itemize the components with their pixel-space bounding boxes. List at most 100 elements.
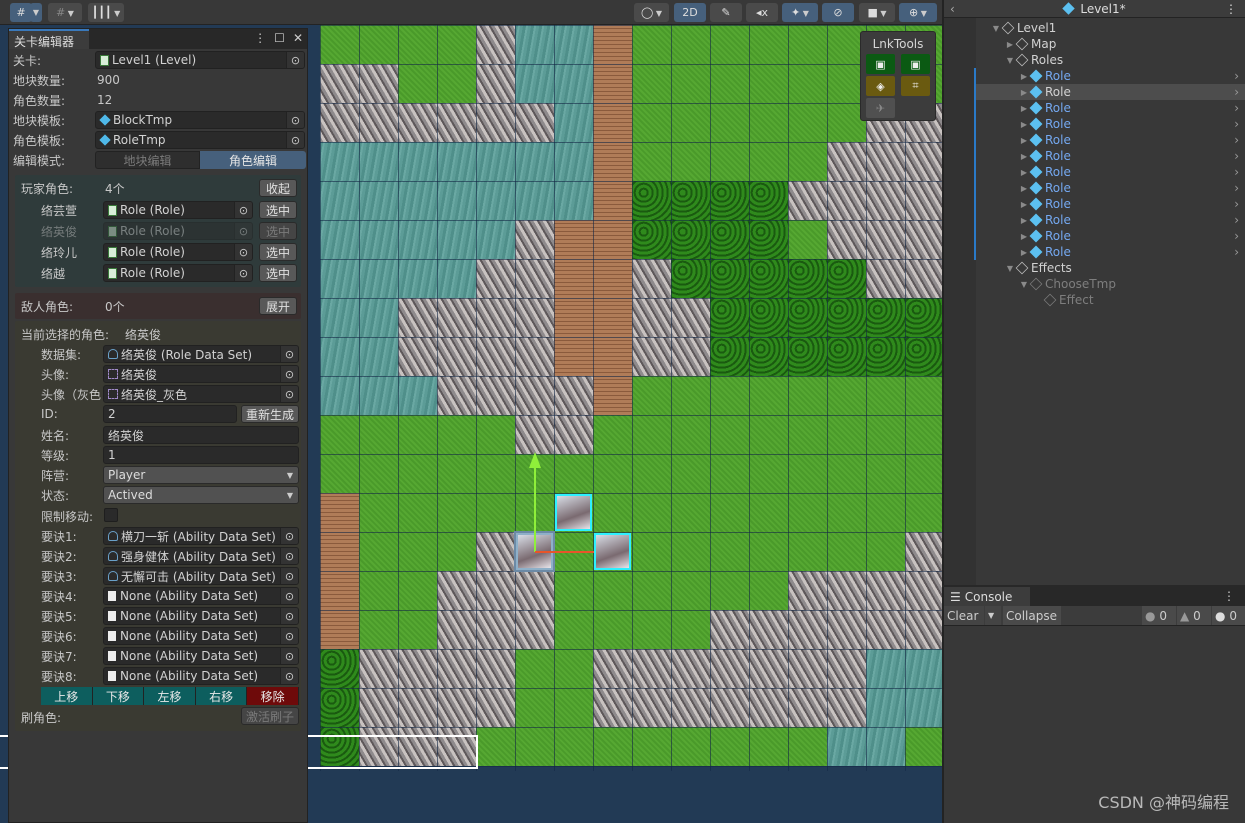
map-tile-grass[interactable] [359,493,398,532]
map-tile-water[interactable] [398,181,437,220]
camp-dropdown[interactable]: Player ▼ [103,466,299,484]
chevron-right-icon[interactable]: › [1234,245,1239,259]
map-tile-stone[interactable] [827,220,866,259]
select-player-button[interactable]: 选中 [259,243,297,261]
map-tile-grass[interactable] [749,571,788,610]
map-tile-grass[interactable] [593,454,632,493]
map-tile-grass[interactable] [749,454,788,493]
object-picker-icon[interactable]: ⊙ [234,265,252,281]
audio-toggle-button[interactable]: ◂x [746,3,778,22]
player-role-field[interactable]: Role (Role) ⊙ [103,222,253,240]
expand-arrow-icon[interactable]: ▶ [1018,216,1030,225]
save-button[interactable]: ▣ [866,54,895,74]
map-tile-grass[interactable] [593,610,632,649]
map-tile-stone[interactable] [827,610,866,649]
expand-arrow-icon[interactable]: ▼ [1004,264,1016,273]
map-tile-forest[interactable] [632,181,671,220]
map-tile-bridge[interactable] [593,142,632,181]
clear-button[interactable]: Clear [944,606,984,625]
map-tile-grass[interactable] [788,103,827,142]
map-tile-grass[interactable] [671,142,710,181]
hierarchy-item[interactable]: ▶ Role › [976,68,1245,84]
maximize-icon[interactable]: ☐ [274,31,285,45]
hierarchy-item[interactable]: ▼ Effects [976,260,1245,276]
select-player-button[interactable]: 选中 [259,201,297,219]
map-tile-forest[interactable] [710,181,749,220]
map-tile-grass[interactable] [866,415,905,454]
map-tile-water[interactable] [359,337,398,376]
map-tile-grass[interactable] [749,415,788,454]
map-tile-grass[interactable] [749,64,788,103]
map-tile-stone[interactable] [398,103,437,142]
hierarchy-item[interactable]: ▶ Role › [976,228,1245,244]
map-tile-grass[interactable] [905,454,942,493]
chevron-right-icon[interactable]: › [1234,117,1239,131]
map-tile-stone[interactable] [359,64,398,103]
map-tile-grass[interactable] [827,493,866,532]
map-tile-forest[interactable] [788,337,827,376]
increment-snap-button[interactable]: # ▼ [48,3,82,22]
ruler-button[interactable]: ┃┃┃ ▼ [88,3,124,22]
move-gizmo-y-axis[interactable] [534,462,536,552]
map-tile-stone[interactable] [827,571,866,610]
map-tile-stone[interactable] [866,181,905,220]
map-tile-forest[interactable] [710,259,749,298]
map-tile-stone[interactable] [905,532,942,571]
map-tile-grass[interactable] [593,571,632,610]
map-tile-water[interactable] [359,259,398,298]
map-tile-grass[interactable] [788,25,827,64]
map-tile-stone[interactable] [593,688,632,727]
expand-arrow-icon[interactable]: ▶ [1018,248,1030,257]
map-tile-water[interactable] [437,259,476,298]
collapse-button[interactable]: Collapse [1003,606,1061,625]
map-tile-grass[interactable] [710,532,749,571]
map-tile-grass[interactable] [398,25,437,64]
map-tile-stone[interactable] [437,376,476,415]
map-tile-grass[interactable] [788,220,827,259]
map-tile-grass[interactable] [437,64,476,103]
player-role-field[interactable]: Role (Role) ⊙ [103,264,253,282]
map-tile-stone[interactable] [359,688,398,727]
map-tile-water[interactable] [866,727,905,766]
map-tile-stone[interactable] [827,688,866,727]
block-template-field[interactable]: BlockTmp ⊙ [95,111,305,129]
map-tile-water[interactable] [359,220,398,259]
map-tile-grass[interactable] [554,454,593,493]
map-tile-grass[interactable] [437,532,476,571]
hierarchy-item[interactable]: ▶ Role › [976,148,1245,164]
map-tile-forest[interactable] [710,298,749,337]
chevron-right-icon[interactable]: › [1234,69,1239,83]
map-tile-water[interactable] [359,142,398,181]
map-tile-water[interactable] [515,25,554,64]
map-tile-grass[interactable] [749,493,788,532]
object-picker-icon[interactable]: ⊙ [280,548,298,564]
map-tile-stone[interactable] [437,103,476,142]
map-tile-stone[interactable] [593,649,632,688]
map-tile-stone[interactable] [476,103,515,142]
map-tile-grass[interactable] [788,493,827,532]
map-tile-stone[interactable] [866,220,905,259]
map-tile-grass[interactable] [398,532,437,571]
hierarchy-item[interactable]: ▶ Role › [976,100,1245,116]
map-tile-grass[interactable] [749,376,788,415]
expand-arrow-icon[interactable]: ▶ [1018,72,1030,81]
map-tile-grass[interactable] [671,376,710,415]
grid-snap-dropdown[interactable]: ▼ [30,3,42,22]
map-tile-bridge[interactable] [554,259,593,298]
map-tile-grass[interactable] [710,376,749,415]
map-tile-bridge[interactable] [593,337,632,376]
map-tile-stone[interactable] [320,64,359,103]
map-tile-grass[interactable] [671,532,710,571]
gizmos-button[interactable]: ⊕ ▼ [899,3,937,22]
visibility-toggle-button[interactable]: ⊘ [822,3,854,22]
expand-arrow-icon[interactable]: ▶ [1018,120,1030,129]
map-tile-stone[interactable] [437,337,476,376]
map-tile-grass[interactable] [749,727,788,766]
map-tile-grass[interactable] [827,415,866,454]
map-tile-forest[interactable] [905,337,942,376]
map-tile-stone[interactable] [788,610,827,649]
map-tile-grass[interactable] [632,103,671,142]
level-field[interactable]: Level1 (Level) ⊙ [95,51,305,69]
map-tile-water[interactable] [515,142,554,181]
map-tile-stone[interactable] [671,688,710,727]
